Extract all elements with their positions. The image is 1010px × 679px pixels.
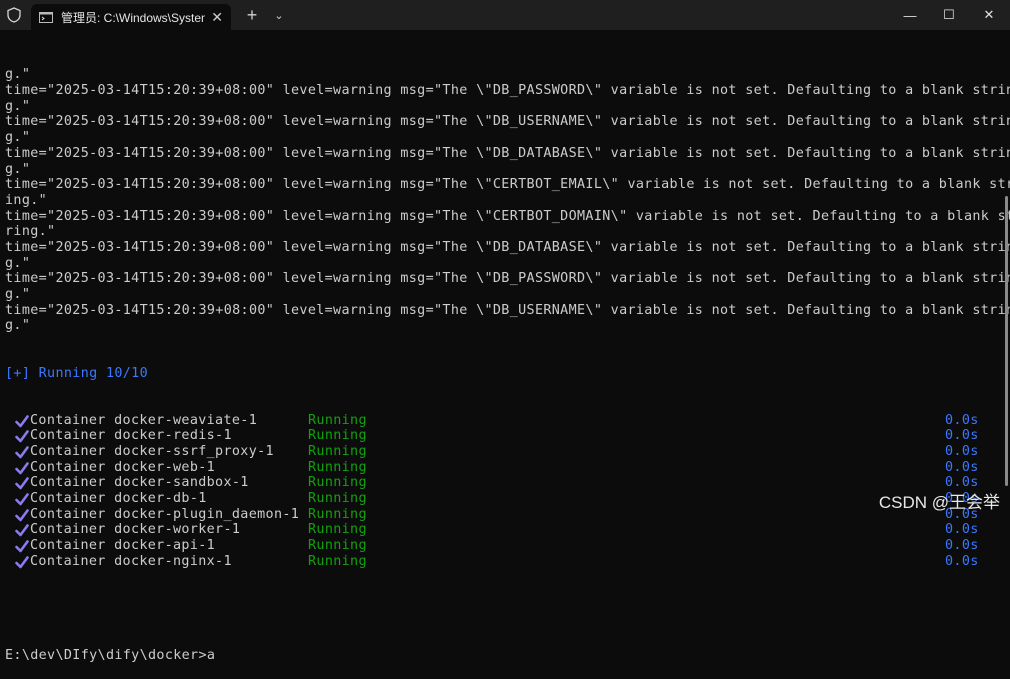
container-status: Running — [308, 443, 367, 459]
running-header: [+] Running 10/10 — [5, 365, 149, 381]
container-status: Running — [308, 522, 367, 538]
watermark: CSDN @王会举 — [878, 493, 1000, 512]
container-time: 0.0s — [945, 522, 979, 538]
check-icon — [15, 430, 29, 443]
container-status: Running — [308, 428, 367, 444]
check-icon — [15, 540, 29, 553]
container-status: Running — [308, 459, 367, 475]
container-name: Container docker-api-1 — [30, 538, 216, 554]
container-row: Container docker-redis-1 Running 0.0s — [5, 428, 995, 444]
container-row: Container docker-db-1 Running 0.0s — [5, 491, 995, 507]
check-icon — [15, 555, 29, 569]
container-row: Container docker-web-1 Running 0.0s — [5, 460, 995, 476]
container-row: Container docker-nginx-1 Running 0.0s — [5, 554, 995, 570]
log-line: g." — [5, 130, 31, 146]
container-name: Container docker-nginx-1 — [30, 553, 232, 569]
check-icon — [15, 414, 29, 428]
log-line: g." — [5, 318, 31, 334]
container-time: 0.0s — [945, 443, 979, 459]
close-button[interactable]: ✕ — [966, 0, 1010, 30]
terminal-output[interactable]: g." time="2025-03-14T15:20:39+08:00" leve… — [5, 36, 1010, 679]
container-name: Container docker-worker-1 — [30, 522, 241, 538]
container-status: Running — [308, 491, 367, 507]
container-row: Container docker-sandbox-1 Running 0.0s — [5, 475, 995, 491]
log-lines: g." time="2025-03-14T15:20:39+08:00" leve… — [5, 67, 1010, 334]
check-icon — [15, 477, 29, 490]
log-line: time="2025-03-14T15:20:39+08:00" level=w… — [5, 177, 1010, 193]
container-name: Container docker-weaviate-1 — [30, 412, 258, 428]
tab-close-icon[interactable]: ✕ — [211, 9, 223, 26]
shield-icon — [1, 0, 27, 30]
container-time: 0.0s — [945, 553, 979, 569]
chevron-down-icon[interactable]: ⌄ — [267, 0, 291, 30]
tab-terminal[interactable]: 管理员: C:\Windows\System32 ✕ — [31, 4, 231, 30]
container-name: Container docker-ssrf_proxy-1 — [30, 443, 274, 459]
log-line: time="2025-03-14T15:20:39+08:00" level=w… — [5, 271, 1010, 287]
check-icon — [15, 508, 29, 522]
container-status: Running — [308, 538, 367, 554]
container-list: Container docker-weaviate-1 Running 0.0s Co… — [5, 413, 995, 570]
log-line: g." — [5, 161, 31, 177]
container-time: 0.0s — [945, 428, 979, 444]
scrollbar[interactable] — [1005, 196, 1008, 486]
new-tab-button[interactable]: + — [237, 0, 267, 30]
container-name: Container docker-db-1 — [30, 491, 207, 507]
log-line: g." — [5, 287, 31, 303]
check-icon — [15, 524, 29, 537]
command-prompt[interactable]: E:\dev\DIfy\dify\docker>a — [5, 648, 995, 664]
title-bar: 管理员: C:\Windows\System32 ✕ + ⌄ — [0, 0, 1010, 30]
check-icon — [15, 446, 29, 459]
log-line: time="2025-03-14T15:20:39+08:00" level=w… — [5, 114, 1010, 130]
log-line: g." — [5, 255, 31, 271]
log-line: ring." — [5, 224, 56, 240]
container-name: Container docker-plugin_daemon-1 — [30, 506, 300, 522]
container-time: 0.0s — [945, 412, 979, 428]
log-line: time="2025-03-14T15:20:39+08:00" level=w… — [5, 239, 1010, 255]
check-icon — [15, 461, 29, 475]
container-row: Container docker-worker-1 Running 0.0s — [5, 522, 995, 538]
container-time: 0.0s — [945, 459, 979, 475]
tab-title: 管理员: C:\Windows\System32 — [61, 10, 205, 25]
log-line: time="2025-03-14T15:20:39+08:00" level=w… — [5, 302, 1010, 318]
check-icon — [15, 493, 29, 506]
log-line: g." — [5, 67, 31, 83]
log-line: time="2025-03-14T15:20:39+08:00" level=w… — [5, 83, 1010, 99]
container-name: Container docker-redis-1 — [30, 428, 232, 444]
container-row: Container docker-ssrf_proxy-1 Running 0.0s — [5, 444, 995, 460]
container-status: Running — [308, 475, 367, 491]
log-line: time="2025-03-14T15:20:39+08:00" level=w… — [5, 208, 1010, 224]
log-line: g." — [5, 98, 31, 114]
log-line: ing." — [5, 192, 48, 208]
terminal-icon — [39, 11, 53, 23]
container-name: Container docker-web-1 — [30, 459, 216, 475]
container-row: Container docker-plugin_daemon-1 Running 0… — [5, 507, 995, 523]
container-row: Container docker-weaviate-1 Running 0.0s — [5, 413, 995, 429]
container-status: Running — [308, 553, 367, 569]
container-time: 0.0s — [945, 538, 979, 554]
container-status: Running — [308, 412, 367, 428]
container-status: Running — [308, 506, 367, 522]
container-name: Container docker-sandbox-1 — [30, 475, 249, 491]
container-row: Container docker-api-1 Running 0.0s — [5, 538, 995, 554]
log-line: time="2025-03-14T15:20:39+08:00" level=w… — [5, 145, 1010, 161]
